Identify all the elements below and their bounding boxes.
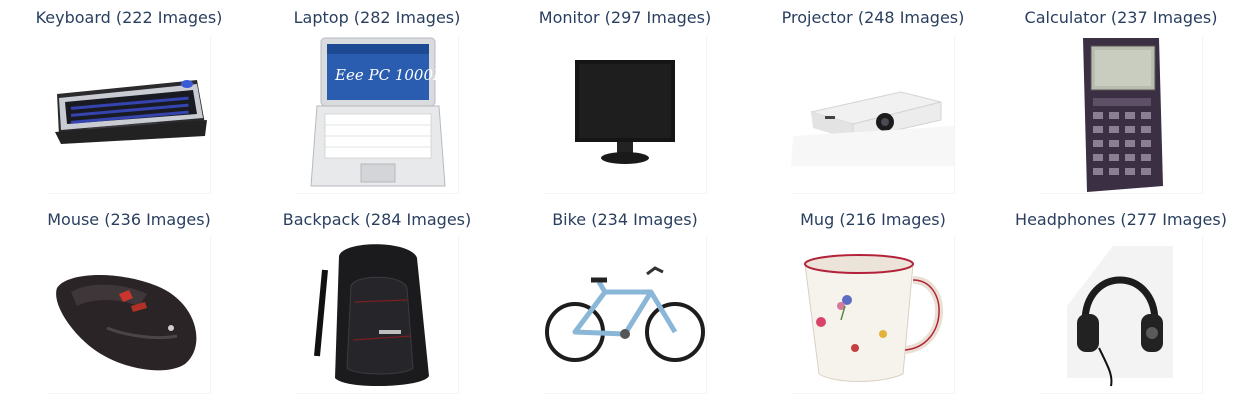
bike-icon <box>545 266 705 362</box>
caption-mug: Mug (216 Images) <box>800 210 946 229</box>
thumbnail-projector[interactable] <box>791 36 955 194</box>
thumbnail-backpack[interactable] <box>295 236 459 394</box>
caption-mouse: Mouse (236 Images) <box>47 210 211 229</box>
calculator-icon <box>1083 38 1163 192</box>
caption-monitor: Monitor (297 Images) <box>538 8 712 27</box>
thumbnail-monitor[interactable] <box>543 36 707 194</box>
thumbnail-calculator[interactable] <box>1039 36 1203 194</box>
caption-bike: Bike (234 Images) <box>552 210 698 229</box>
thumbnail-mouse[interactable] <box>47 236 211 394</box>
caption-projector: Projector (248 Images) <box>781 8 965 27</box>
laptop-icon: Eee PC 1000HA <box>310 37 457 187</box>
mouse-icon <box>56 274 197 371</box>
thumbnail-headphones[interactable] <box>1039 236 1203 394</box>
caption-keyboard: Keyboard (222 Images) <box>35 8 223 27</box>
gallery-item-projector[interactable]: Projector (248 Images) <box>749 0 997 200</box>
mug-icon <box>804 254 944 382</box>
image-gallery: Keyboard (222 Images) Laptop (282 Images… <box>0 0 1250 400</box>
monitor-icon <box>575 60 675 164</box>
gallery-item-calculator[interactable]: Calculator (237 Images) <box>997 0 1245 200</box>
laptop-screen-text: Eee PC 1000HA <box>334 66 457 84</box>
thumbnail-mug[interactable] <box>791 236 955 394</box>
gallery-item-keyboard[interactable]: Keyboard (222 Images) <box>5 0 253 200</box>
thumbnail-laptop[interactable]: Eee PC 1000HA <box>295 36 459 194</box>
gallery-item-headphones[interactable]: Headphones (277 Images) <box>997 200 1245 400</box>
caption-backpack: Backpack (284 Images) <box>282 210 472 229</box>
caption-calculator: Calculator (237 Images) <box>1024 8 1218 27</box>
gallery-item-mug[interactable]: Mug (216 Images) <box>749 200 997 400</box>
gallery-item-bike[interactable]: Bike (234 Images) <box>501 200 749 400</box>
caption-laptop: Laptop (282 Images) <box>293 8 461 27</box>
caption-headphones: Headphones (277 Images) <box>1015 210 1227 229</box>
thumbnail-bike[interactable] <box>543 236 707 394</box>
gallery-item-mouse[interactable]: Mouse (236 Images) <box>5 200 253 400</box>
keyboard-icon <box>55 80 207 144</box>
projector-icon <box>791 91 955 166</box>
backpack-icon <box>314 244 429 387</box>
gallery-item-monitor[interactable]: Monitor (297 Images) <box>501 0 749 200</box>
gallery-item-backpack[interactable]: Backpack (284 Images) <box>253 200 501 400</box>
gallery-item-laptop[interactable]: Laptop (282 Images) Eee PC 1000HA <box>253 0 501 200</box>
headphones-icon <box>1067 246 1173 387</box>
thumbnail-keyboard[interactable] <box>47 36 211 194</box>
